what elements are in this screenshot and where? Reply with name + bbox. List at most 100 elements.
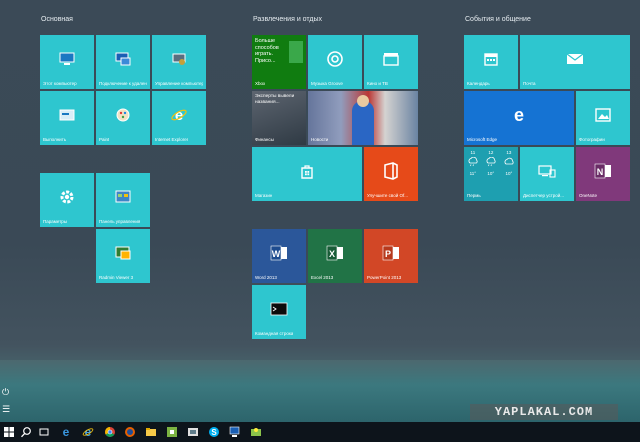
weather-temp: 10° bbox=[505, 171, 513, 176]
tile-label: Excel 2013 bbox=[311, 275, 334, 280]
film-clapper-icon bbox=[383, 52, 399, 66]
tile-xbox[interactable]: Больше способов играть. Присо... Xbox bbox=[252, 35, 306, 89]
weather-day: 13 bbox=[506, 150, 512, 155]
start-windows-icon[interactable] bbox=[3, 426, 15, 438]
tile-calendar[interactable]: Календарь bbox=[464, 35, 518, 89]
skype-icon[interactable]: S bbox=[208, 426, 220, 438]
search-icon[interactable] bbox=[20, 426, 32, 438]
onenote-icon: N bbox=[594, 163, 611, 179]
tile-this-pc[interactable]: Этот компьютер bbox=[40, 35, 94, 89]
svg-text:e: e bbox=[85, 426, 92, 438]
rain-cloud-icon bbox=[468, 157, 478, 167]
tile-label: Фотографии bbox=[579, 137, 605, 142]
weather-temp: 10° bbox=[487, 171, 495, 176]
tile-label: Управление компьютером bbox=[155, 81, 203, 86]
tile-paint[interactable]: Paint bbox=[96, 91, 150, 145]
tile-label: Финансы bbox=[255, 137, 274, 142]
weather-days: 11 12 13 bbox=[464, 150, 518, 155]
svg-text:W: W bbox=[272, 249, 281, 259]
firefox-icon[interactable] bbox=[124, 426, 136, 438]
svg-text:e: e bbox=[63, 426, 70, 438]
tile-label: Paint bbox=[99, 137, 110, 142]
weather-day: 11 bbox=[470, 150, 476, 155]
tile-label: Магазин bbox=[255, 193, 273, 198]
tile-store[interactable]: Магазин bbox=[252, 147, 362, 201]
tile-run[interactable]: Выполнить bbox=[40, 91, 94, 145]
green-app-icon[interactable] bbox=[166, 426, 178, 438]
file-explorer-icon[interactable] bbox=[145, 426, 157, 438]
tile-label: Microsoft Edge bbox=[467, 137, 498, 142]
tile-movies-tv[interactable]: Кино и ТВ bbox=[364, 35, 418, 89]
office-icon bbox=[384, 161, 398, 180]
svg-text:X: X bbox=[329, 249, 335, 259]
calendar-icon bbox=[484, 53, 498, 66]
xbox-promo-image bbox=[289, 41, 303, 63]
radmin-taskbar-icon[interactable] bbox=[250, 426, 262, 438]
tile-excel[interactable]: X Excel 2013 bbox=[308, 229, 362, 283]
excel-icon: X bbox=[326, 245, 343, 261]
tile-groove-music[interactable]: Музыка Groove bbox=[308, 35, 362, 89]
tile-get-office[interactable]: Улучшите свой Of... bbox=[364, 147, 418, 201]
tile-label: PowerPoint 2013 bbox=[367, 275, 402, 280]
tile-command-prompt[interactable]: Командная строка bbox=[252, 285, 306, 339]
tile-photos[interactable]: Фотографии bbox=[576, 91, 630, 145]
gear-icon bbox=[60, 190, 74, 204]
group-title-events: События и общение bbox=[465, 16, 531, 23]
edge-icon: e bbox=[514, 106, 524, 124]
tile-label: Панель управления bbox=[99, 219, 141, 224]
tile-powerpoint[interactable]: P PowerPoint 2013 bbox=[364, 229, 418, 283]
radmin-icon bbox=[115, 246, 131, 260]
control-panel-icon bbox=[115, 190, 131, 203]
remote-desktop-taskbar-icon[interactable] bbox=[229, 426, 241, 438]
paint-palette-icon bbox=[116, 108, 130, 122]
tile-label: Диспетчер устрой... bbox=[523, 193, 565, 198]
tile-news[interactable]: Новости bbox=[308, 91, 418, 145]
internet-explorer-taskbar-icon[interactable]: e bbox=[82, 426, 94, 438]
remote-desktop-icon bbox=[115, 52, 131, 66]
tile-mail[interactable]: Почта bbox=[520, 35, 630, 89]
weather-icons bbox=[464, 157, 518, 167]
all-apps-list-icon[interactable]: ☰ bbox=[2, 404, 10, 415]
tile-control-panel[interactable]: Панель управления bbox=[96, 173, 150, 227]
tile-label: Параметры bbox=[43, 219, 67, 224]
mail-envelope-icon bbox=[566, 53, 584, 64]
task-view-icon[interactable] bbox=[38, 426, 50, 438]
tile-radmin[interactable]: Radmin Viewer 3 bbox=[96, 229, 150, 283]
tile-label: Музыка Groove bbox=[311, 81, 343, 86]
edge-taskbar-icon[interactable]: e bbox=[60, 426, 72, 438]
weather-day: 12 bbox=[488, 150, 494, 155]
news-photo-figure bbox=[352, 101, 374, 145]
svg-text:N: N bbox=[597, 167, 604, 177]
groove-music-icon bbox=[327, 50, 343, 67]
powerpoint-icon: P bbox=[382, 245, 399, 261]
tile-onenote[interactable]: N OneNote bbox=[576, 147, 630, 201]
command-prompt-icon bbox=[270, 302, 288, 316]
xbox-promo-text: Больше способов играть. Присо... bbox=[255, 38, 279, 64]
tile-computer-management[interactable]: Управление компьютером bbox=[152, 35, 206, 89]
tile-label: Word 2013 bbox=[255, 275, 277, 280]
tile-finance[interactable]: Эксперты вывели названия... Финансы bbox=[252, 91, 306, 145]
taskbar: e e S bbox=[0, 422, 640, 442]
power-icon[interactable]: ⏻ bbox=[2, 387, 9, 398]
tile-word[interactable]: W Word 2013 bbox=[252, 229, 306, 283]
rain-cloud-icon bbox=[486, 157, 496, 167]
tile-label: Улучшите свой Of... bbox=[367, 193, 409, 198]
app-icon[interactable] bbox=[187, 426, 199, 438]
tile-microsoft-edge[interactable]: e Microsoft Edge bbox=[464, 91, 574, 145]
tile-device-manager[interactable]: Диспетчер устрой... bbox=[520, 147, 574, 201]
weather-temp: 11° bbox=[469, 171, 477, 176]
tile-label: OneNote bbox=[579, 193, 598, 198]
tile-settings[interactable]: Параметры bbox=[40, 173, 94, 227]
internet-explorer-icon: e bbox=[171, 107, 187, 124]
run-icon bbox=[59, 109, 75, 121]
tile-label: Почта bbox=[523, 81, 536, 86]
tile-label: Internet Explorer bbox=[155, 137, 189, 142]
tile-remote-desktop[interactable]: Подключение к удаленному... bbox=[96, 35, 150, 89]
tile-weather[interactable]: 11 12 13 11° 10° 10° Пермь bbox=[464, 147, 518, 201]
svg-text:e: e bbox=[175, 107, 183, 124]
group-title-entertainment: Развлечения и отдых bbox=[253, 16, 322, 23]
tile-label: Командная строка bbox=[255, 331, 294, 336]
tile-internet-explorer[interactable]: e Internet Explorer bbox=[152, 91, 206, 145]
tile-label: Кино и ТВ bbox=[367, 81, 388, 86]
chrome-icon[interactable] bbox=[104, 426, 116, 438]
